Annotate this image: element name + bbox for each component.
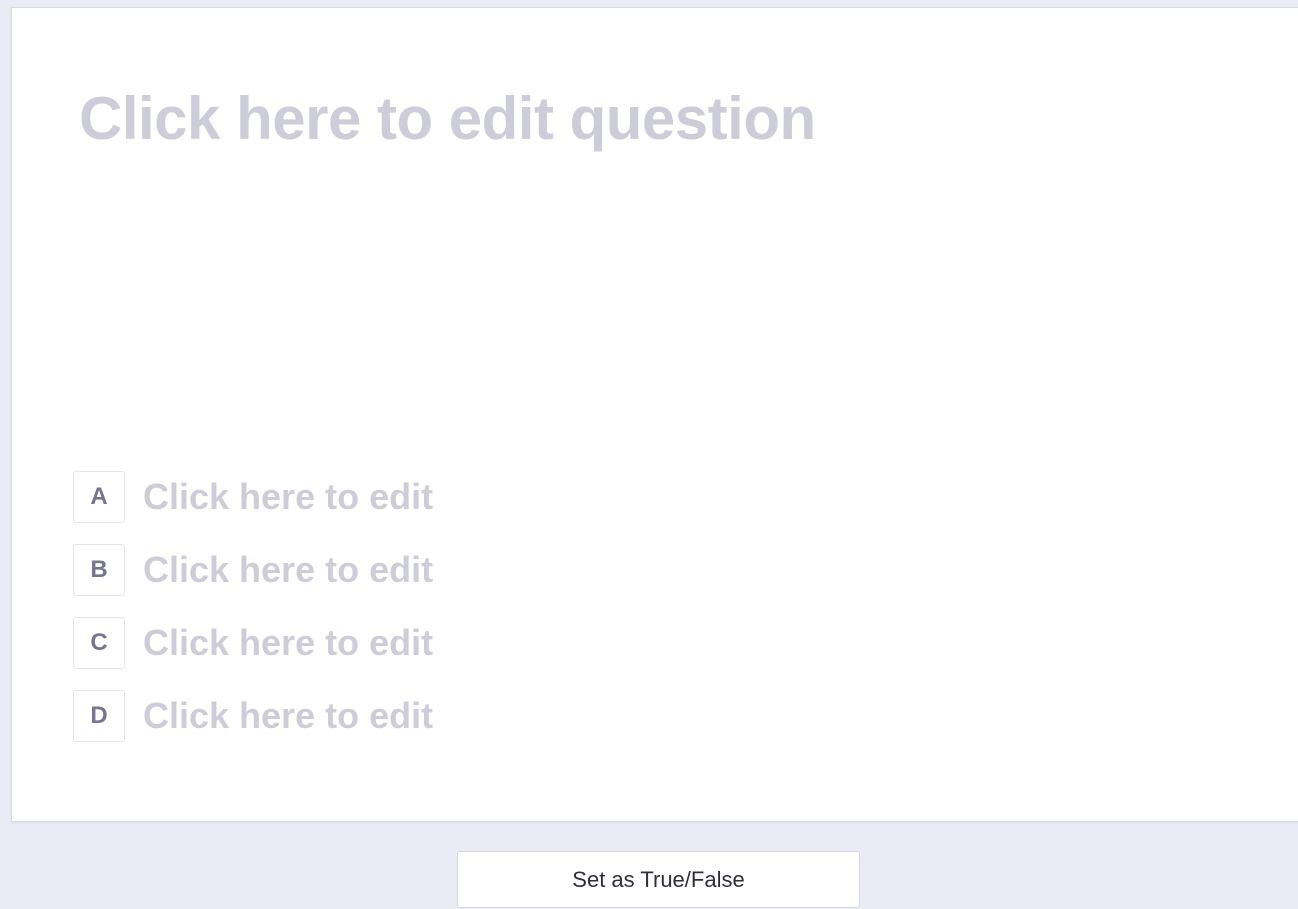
answer-letter-badge: D xyxy=(73,690,125,742)
answer-letter-badge: A xyxy=(73,471,125,523)
answer-option-c[interactable]: C Click here to edit xyxy=(73,616,433,670)
answer-option-a[interactable]: A Click here to edit xyxy=(73,470,433,524)
answer-text-field[interactable]: Click here to edit xyxy=(143,622,433,664)
answer-text-field[interactable]: Click here to edit xyxy=(143,549,433,591)
answer-text-field[interactable]: Click here to edit xyxy=(143,476,433,518)
answer-text-field[interactable]: Click here to edit xyxy=(143,695,433,737)
answer-option-b[interactable]: B Click here to edit xyxy=(73,543,433,597)
answer-list: A Click here to edit B Click here to edi… xyxy=(73,470,433,762)
answer-letter-badge: B xyxy=(73,544,125,596)
answer-option-d[interactable]: D Click here to edit xyxy=(73,689,433,743)
question-card: Click here to edit question A Click here… xyxy=(11,7,1298,822)
set-true-false-button[interactable]: Set as True/False xyxy=(457,851,860,908)
question-text-field[interactable]: Click here to edit question xyxy=(79,84,816,153)
answer-letter-badge: C xyxy=(73,617,125,669)
